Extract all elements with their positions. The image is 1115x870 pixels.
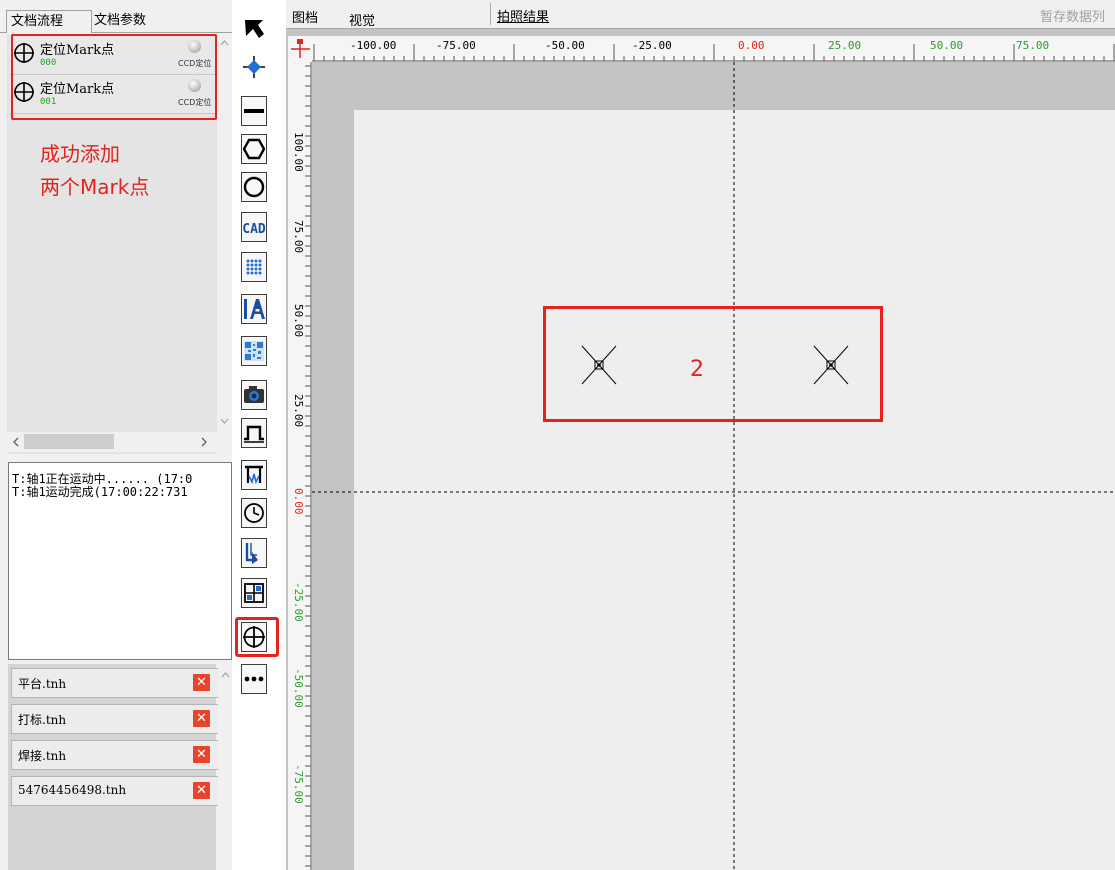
log-output: T:轴1正在运动中...... (17:0 T:轴1运动完成(17:00:22:…	[8, 462, 232, 660]
close-icon[interactable]: ✕	[193, 674, 210, 691]
ruler-label: -50.00	[545, 39, 585, 52]
ruler-label: 75.00	[292, 220, 305, 254]
file-tab-0[interactable]: 平台.tnh ✕	[11, 668, 219, 698]
qrcode-tool[interactable]	[241, 336, 267, 366]
file-name: 54764456498.tnh	[18, 783, 127, 797]
file-tab-2[interactable]: 焊接.tnh ✕	[11, 740, 219, 770]
stash-data-button[interactable]: 暂存数据列	[1040, 6, 1105, 25]
ruler-origin-icon	[291, 39, 310, 58]
polygon-tool[interactable]	[241, 134, 267, 164]
close-icon[interactable]: ✕	[193, 746, 210, 763]
dot-grid-icon	[246, 259, 262, 275]
tab-capture-results[interactable]: 拍照结果	[497, 6, 549, 25]
ruler-label: -25.00	[292, 582, 305, 622]
list-vertical-scrollbar[interactable]	[217, 34, 232, 454]
dot-matrix-tool[interactable]	[241, 252, 267, 282]
chevron-down-icon[interactable]	[220, 418, 229, 424]
ruler-label: 0.00	[292, 488, 305, 515]
array-grid-icon	[244, 583, 264, 603]
file-tab-3[interactable]: 54764456498.tnh ✕	[11, 776, 219, 806]
close-icon[interactable]: ✕	[193, 782, 210, 799]
ruler-label: -25.00	[632, 39, 672, 52]
files-vertical-scrollbar[interactable]	[218, 664, 232, 870]
scrollbar-thumb[interactable]	[24, 434, 114, 449]
file-tab-1[interactable]: 打标.tnh ✕	[11, 704, 219, 734]
circle-tool[interactable]	[241, 172, 267, 202]
annotation-note: 成功添加 两个Mark点	[40, 138, 149, 204]
chevron-right-icon[interactable]	[201, 437, 207, 447]
more-tools-button[interactable]	[241, 664, 267, 694]
horizontal-ruler: -100.00 -75.00 -50.00 -25.00 0.00 25.00 …	[312, 36, 1115, 62]
ruler-label: 50.00	[930, 39, 964, 52]
ruler-label: 50.00	[292, 304, 305, 338]
chevron-left-icon[interactable]	[13, 437, 19, 447]
cad-import-tool[interactable]: CAD	[241, 212, 267, 242]
vertical-ruler: 100.00 75.00 50.00 25.00 0.00 -25.00 -50…	[288, 36, 312, 870]
select-arrow-icon	[245, 20, 264, 38]
chevron-up-icon[interactable]	[221, 672, 230, 678]
mark-tool-highlight	[235, 617, 279, 657]
mark-items-highlight	[11, 34, 217, 120]
pulse-icon	[244, 425, 264, 443]
ruler-origin-corner	[288, 36, 312, 62]
qrcode-icon	[244, 341, 264, 361]
delay-timer-tool[interactable]	[241, 498, 267, 528]
select-arrow-tool[interactable]	[241, 14, 267, 44]
clock-icon	[244, 503, 264, 523]
ruler-label: 25.00	[828, 39, 862, 52]
close-icon[interactable]: ✕	[193, 710, 210, 727]
ruler-label: 25.00	[292, 394, 305, 428]
ruler-label: -75.00	[292, 764, 305, 804]
hexagon-icon	[243, 138, 265, 160]
node-edit-icon	[243, 56, 265, 78]
chevron-up-icon[interactable]	[220, 40, 229, 46]
text-tool[interactable]	[241, 294, 267, 324]
tab-vision[interactable]: 视觉	[349, 10, 375, 29]
annotation-note-line1: 成功添加	[40, 142, 120, 166]
camera-icon	[244, 386, 264, 403]
output-pulse-tool[interactable]	[241, 418, 267, 448]
cad-icon: CAD	[242, 222, 266, 237]
file-name: 焊接.tnh	[18, 749, 67, 763]
tab-drawing[interactable]: 图档	[292, 7, 318, 26]
marks-highlight	[543, 306, 883, 422]
line-icon	[244, 109, 264, 113]
ruler-ticks	[312, 44, 1115, 62]
wait-signal-tool[interactable]	[241, 460, 267, 490]
node-edit-tool[interactable]	[241, 52, 267, 82]
line-tool[interactable]	[241, 96, 267, 126]
ruler-label: 0.00	[738, 39, 765, 52]
annotation-note-line2: 两个Mark点	[40, 175, 150, 199]
ruler-label: 100.00	[292, 132, 305, 172]
capture-results-header	[490, 3, 1115, 25]
file-name: 平台.tnh	[18, 677, 67, 691]
ruler-label: -100.00	[350, 39, 397, 52]
ruler-label: -75.00	[436, 39, 476, 52]
corner-path-icon	[245, 543, 258, 564]
array-tool[interactable]	[241, 578, 267, 608]
log-line: T:轴1运动完成(17:00:22:731	[12, 485, 188, 499]
file-name: 打标.tnh	[18, 713, 67, 727]
text-icon	[244, 299, 265, 319]
annotation-number-2: 2	[690, 357, 704, 382]
canvas-overlay	[312, 62, 1115, 870]
tab-document-params[interactable]: 文档参数	[90, 10, 176, 32]
wait-signal-icon	[245, 465, 263, 485]
svg-text:CAD: CAD	[242, 222, 266, 237]
camera-tool[interactable]	[241, 380, 267, 410]
ellipsis-icon	[244, 676, 264, 682]
tab-document-flow[interactable]: 文档流程	[6, 10, 92, 33]
corner-path-tool[interactable]	[241, 538, 267, 568]
ruler-label: -50.00	[292, 668, 305, 708]
circle-icon	[243, 176, 265, 198]
ruler-label: 75.00	[1016, 39, 1050, 52]
